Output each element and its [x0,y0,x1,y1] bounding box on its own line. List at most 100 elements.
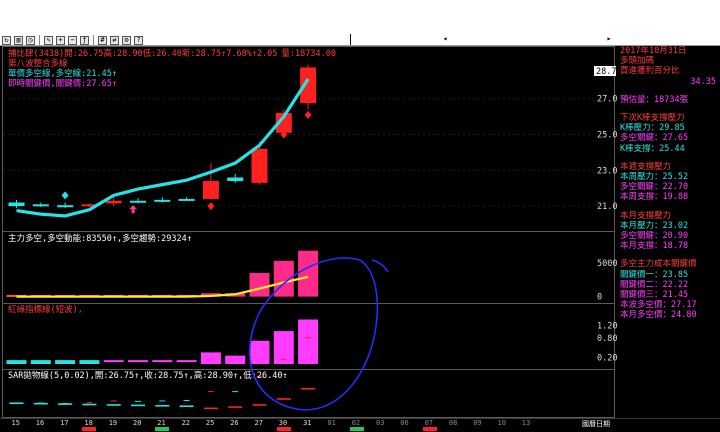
period-icon[interactable]: ◷ [26,35,35,45]
price-gridlines [3,98,592,207]
grid-icon[interactable]: # [98,35,107,45]
month-key: 多空關鍵：20.90 [620,231,689,242]
x-axis-date-label: 22 [181,419,191,427]
price-axis-label: 23.00 [597,166,617,176]
x-axis-date-label: 26 [230,419,239,427]
x-axis-right-label: 國曆日期 [582,420,610,428]
red-green-series [6,319,319,364]
red-green-bar [152,360,173,363]
sar-title: SAR拋物線(5,0.02),開:26.75↑,收:28.75↑,高:28.90… [8,370,288,381]
x-axis-date-label: 16 [35,419,45,427]
zoom-in-icon[interactable]: + [56,35,65,45]
zoom-out-icon[interactable]: − [68,35,77,45]
red-green-bar [103,360,124,363]
help-icon[interactable]: ? [134,35,143,45]
week-resistance: 本周壓力：25.52 [620,172,689,183]
price-axis-label: 27.00 [597,95,617,105]
x-axis-date-label: 13 [521,419,531,427]
x-axis-date-label: 27 [254,419,263,427]
x-axis-date-label: 03 [376,419,385,427]
month-resistance: 本月壓力：23.02 [620,220,689,231]
candle-body [32,204,49,207]
red-green-bar [79,360,100,364]
force-month-key: 本月多空價：24.80 [620,310,697,321]
info-profit-title: 買進獲利百分比 [620,66,680,77]
info-date: 2017年10月31日 [620,46,687,56]
candle-body [8,202,25,207]
x-axis-date-label: 02 [351,419,361,427]
price-header: 捕比肆(3438)開:26.75高:28.90低:26.40新:28.75↑7.… [8,48,336,59]
force-key-3: 關鍵價三：21.45 [620,290,689,301]
x-axis-date-label: 07 [424,419,434,427]
key-price-diamond [207,202,215,211]
scroll-left-icon[interactable]: ◂ [440,34,450,45]
x-axis-date-label: 18 [84,419,93,427]
x-axis-date-label: 25 [205,419,215,427]
info-volume-estimate: 預估量：18734張 [620,94,689,105]
key-price-diamond [304,110,312,119]
x-axis-date-label: 30 [278,419,288,427]
date-marker-chip [276,427,291,431]
month-support: 本月支撐：18.78 [620,241,689,252]
legend-wave: 第八波整合多線 [8,58,68,69]
main-force-series [6,250,319,298]
trend-line-series [16,78,310,218]
candle-body [202,181,219,199]
week-support: 本周支撐：19.88 [620,192,689,203]
chart-area[interactable]: 27.00 25.00 23.00 21.00 50000 0 1.200 0.800 0.20… [0,46,617,418]
week-key: 多空關鍵：22.70 [620,182,689,193]
k-bar-title: 下次K棒支撐壓力 [620,113,685,124]
candle-body [154,199,171,202]
price-axis-label: 25.00 [597,131,617,141]
candle-body [105,200,122,204]
month-title: 本月支撐壓力 [620,210,672,221]
candle-body [57,205,74,208]
indicator-icon[interactable]: ƒ [80,35,89,45]
price-axis-label: 21.00 [597,202,617,212]
force-wave-key: 本波多空價：27.17 [620,300,697,311]
k-bar-key: 多空關鍵：27.65 [620,133,689,144]
main-force-bar [298,250,319,297]
x-axis-date-label: 06 [400,419,409,427]
draw-icon[interactable]: ✎ [44,35,53,45]
red-green-axis-label: 0.200 [597,354,617,364]
x-axis-date-label: 19 [108,419,118,427]
date-marker-chip [82,427,97,431]
right-info-panel: 2017年10月31日 多頭加碼 買進獲利百分比 34.35 預估量：18734… [617,46,720,418]
x-axis-date-label: 21 [157,419,166,427]
chart-type-icon[interactable]: ▥ [14,35,23,45]
settings-icon[interactable]: ⚙ [122,35,131,45]
main-force-axis-label: 50000 [597,259,617,269]
info-signal: 多頭加碼 [620,56,655,67]
buy-signal-arrow [129,205,138,214]
red-green-title: 紅綠指標線(短波), [8,304,83,315]
x-axis-date-label: 10 [497,419,506,427]
date-marker-chip [349,427,364,431]
legend-key-price: 即時關鍵價,關鍵價:27.65↑ [8,78,117,89]
k-bar-support: K棒支撐：25.44 [620,143,685,154]
k-bar-resistance: K棒壓力：29.85 [620,123,685,134]
scroll-right-icon[interactable]: ▸ [604,34,614,45]
single-price-trend-line [16,78,310,218]
red-green-bar [6,360,27,364]
red-green-bar [249,340,270,364]
force-title: 多空主力成本關鍵價 [620,259,697,270]
main-force-title: 主力多空,多空動能:83550↑,多空趨勢:29324↑ [8,233,192,244]
compare-icon[interactable]: ⇄ [110,35,119,45]
red-green-bar [55,360,76,364]
red-green-bar [30,360,51,364]
red-green-axis-label: 0.800 [597,334,617,344]
annotation-ellipse [248,257,389,411]
refresh-icon[interactable]: ↻ [2,35,11,45]
candle-body [227,177,244,182]
x-axis-date-label: 09 [473,419,482,427]
date-marker-chip [422,427,437,431]
date-marker-chip [155,427,170,431]
toolbar-separator [39,35,40,45]
bottom-status-strip: 15 16 17 18 19 20 21 22 25 26 27 30 31 01 02 03 06 07 08 09… [0,418,720,432]
red-green-bar [200,352,221,364]
x-axis-date-label: 15 [11,419,20,427]
red-green-bar [128,360,148,363]
red-green-bar [298,319,319,364]
info-profit-value: 34.35 [690,76,716,87]
